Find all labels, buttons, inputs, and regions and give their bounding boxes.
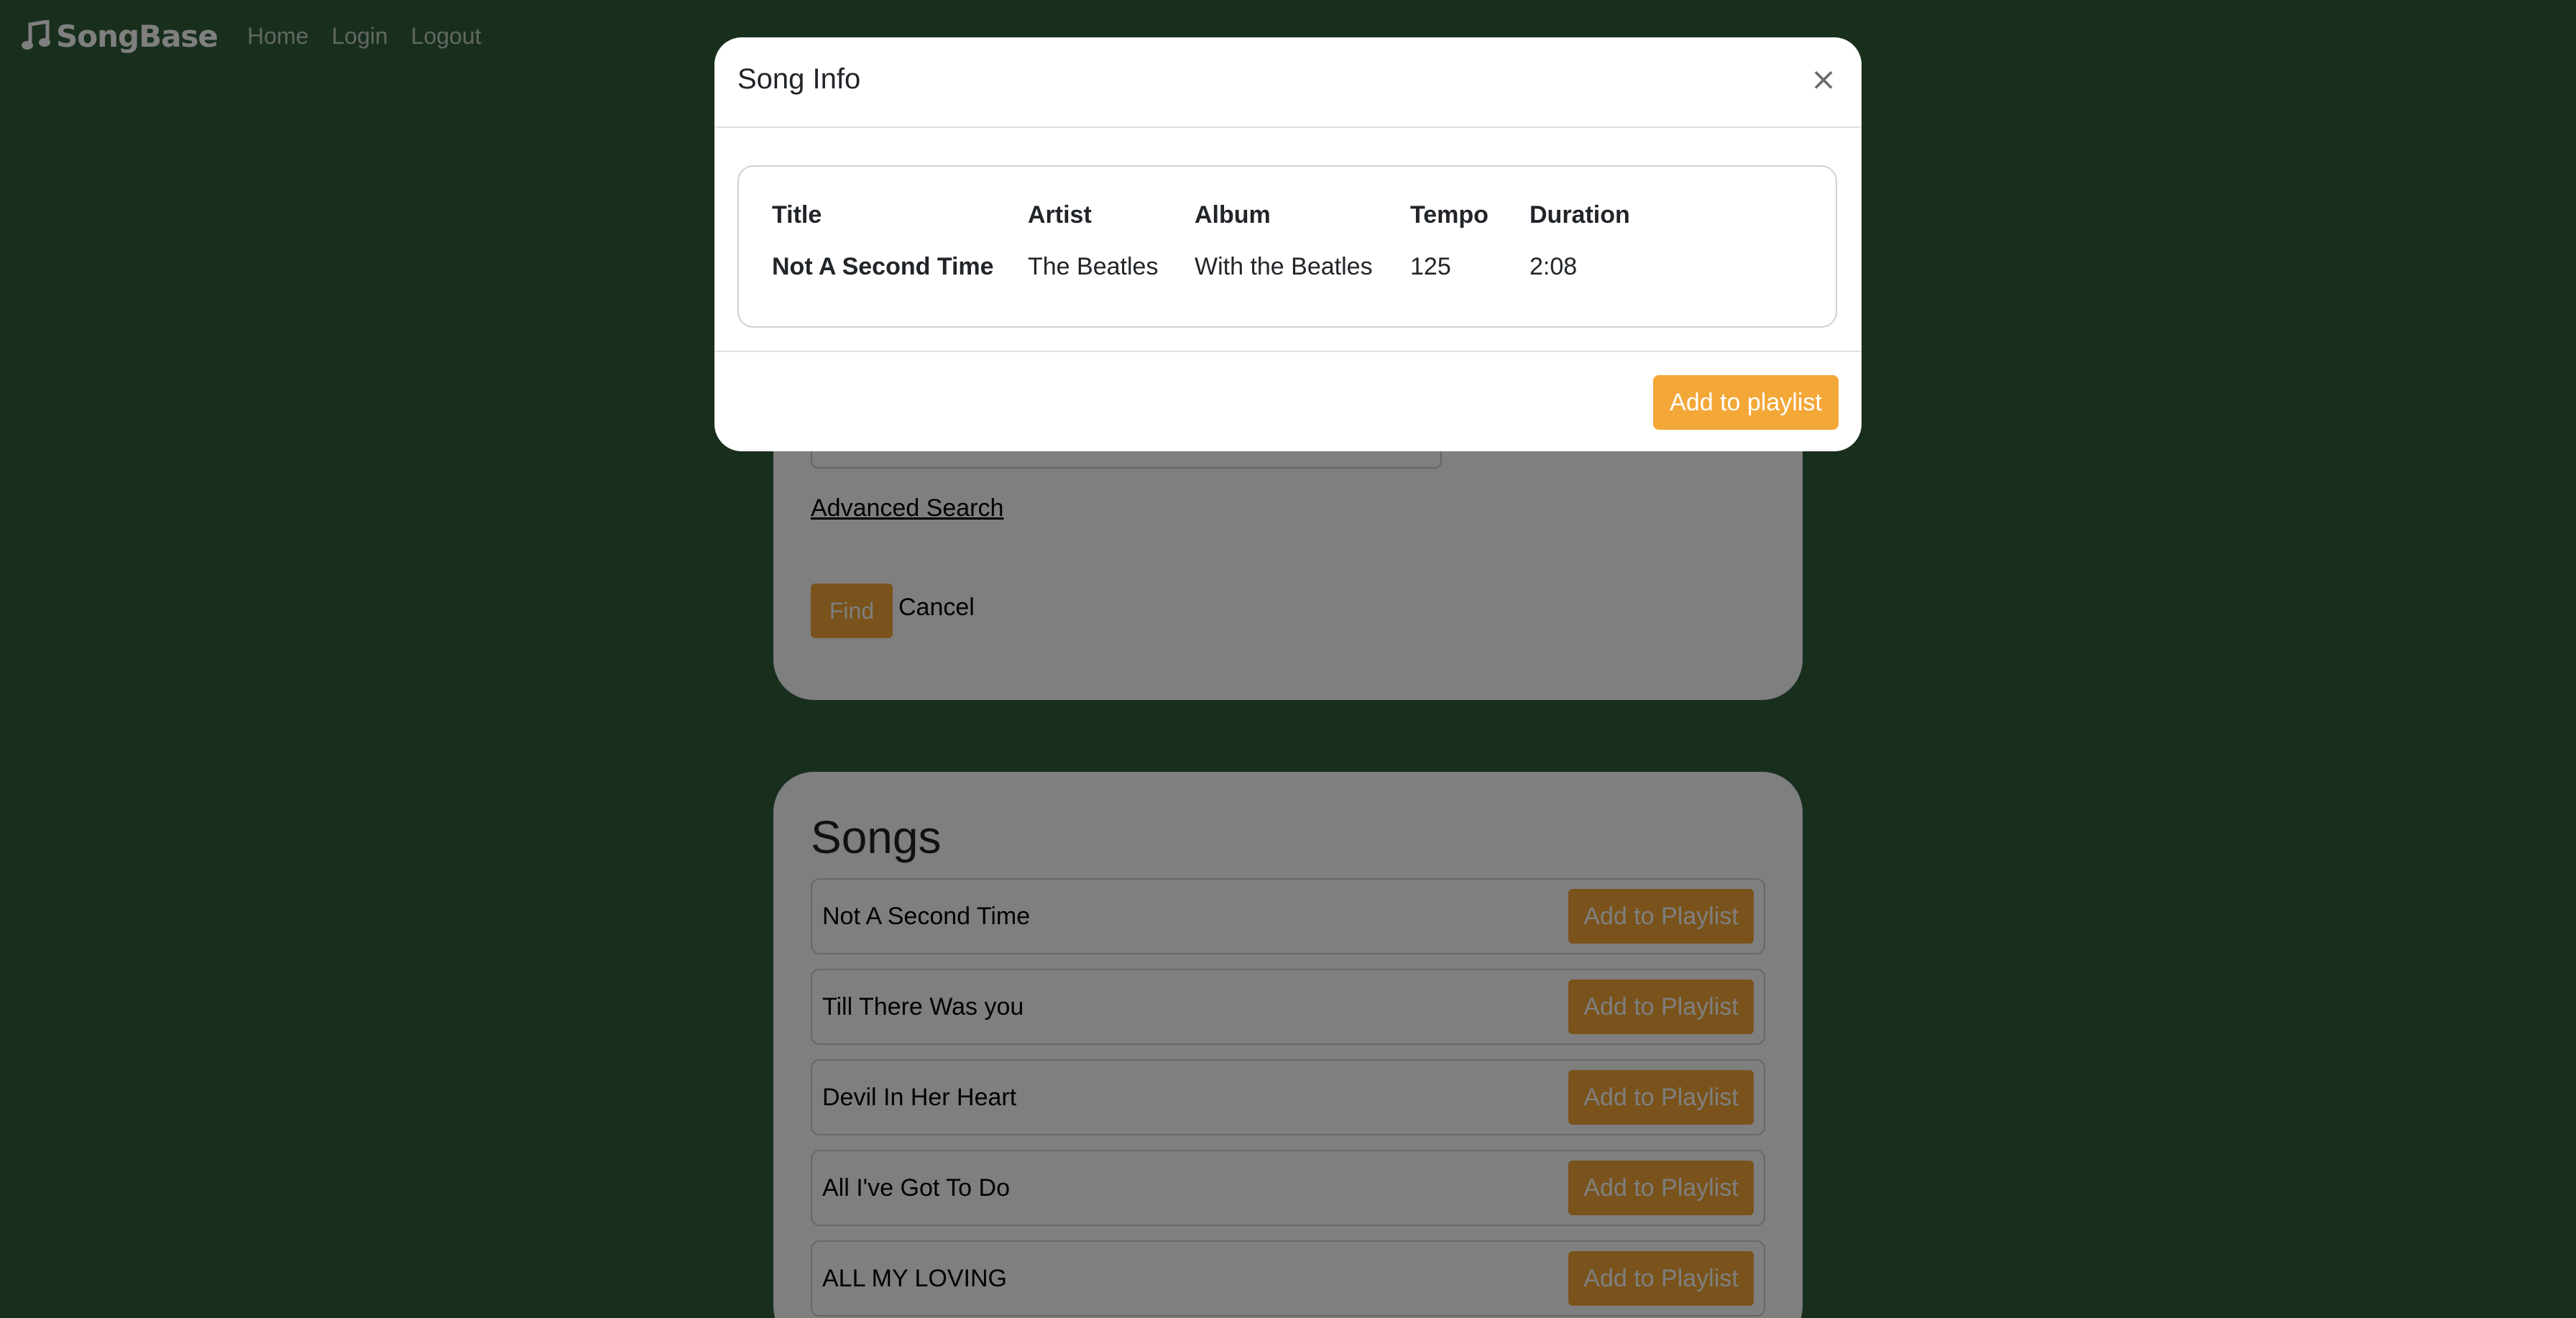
table-row: Not A Second Time The Beatles With the B… [772, 233, 1644, 300]
modal-title: Song Info [737, 63, 861, 95]
header-tempo: Tempo [1410, 201, 1489, 229]
cell-artist: The Beatles [1028, 252, 1159, 280]
close-icon[interactable]: × [1806, 62, 1841, 98]
header-title: Title [772, 201, 822, 229]
header-duration: Duration [1530, 201, 1630, 229]
header-artist: Artist [1028, 201, 1092, 229]
table-header-row: Title Artist Album Tempo Duration [772, 197, 1644, 233]
modal-footer: Add to playlist [714, 351, 1862, 451]
cell-duration: 2:08 [1530, 252, 1578, 280]
modal-header: Song Info × [714, 37, 1862, 128]
song-info-box: Title Artist Album Tempo Duration Not A … [737, 165, 1837, 328]
header-album: Album [1195, 201, 1271, 229]
cell-title: Not A Second Time [772, 252, 994, 280]
song-info-table: Title Artist Album Tempo Duration Not A … [772, 197, 1644, 300]
song-info-modal: Song Info × Title Artist Album Tempo Dur… [714, 37, 1862, 451]
modal-add-to-playlist-button[interactable]: Add to playlist [1653, 375, 1839, 430]
cell-album: With the Beatles [1195, 252, 1373, 280]
cell-tempo: 125 [1410, 252, 1451, 280]
